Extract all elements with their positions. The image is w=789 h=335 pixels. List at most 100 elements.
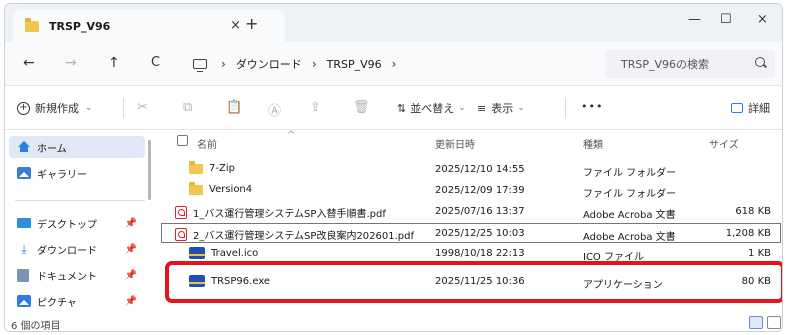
file-name-cell: Version4 — [189, 181, 253, 195]
file-modified: 2025/07/16 13:37 — [435, 206, 525, 217]
minimize-button[interactable]: — — [688, 12, 701, 27]
refresh-button[interactable]: C — [151, 55, 160, 70]
breadcrumb-trsp-v96[interactable]: TRSP_V96 — [327, 58, 382, 71]
cut-icon[interactable]: ✂ — [137, 100, 148, 115]
details-button[interactable]: 詳細 — [731, 100, 770, 116]
column-header-name[interactable]: 名前 — [197, 136, 217, 151]
file-modified: 1998/10/18 22:13 — [435, 248, 525, 259]
pin-icon[interactable]: 📌 — [125, 270, 137, 281]
chevron-down-icon: ⌄ — [517, 103, 525, 113]
sidebar-divider — [15, 200, 145, 201]
item-count: 6 個の項目 — [11, 321, 61, 332]
delete-icon[interactable]: 🗑 — [353, 100, 370, 115]
pin-icon[interactable]: 📌 — [125, 296, 137, 307]
back-button[interactable]: ← — [23, 55, 35, 71]
close-button[interactable]: × — [757, 12, 768, 27]
file-name: Travel.ico — [211, 247, 259, 259]
rename-icon[interactable]: Ⓐ — [268, 100, 281, 119]
sidebar-item-pictures[interactable]: ピクチャ 📌 — [9, 290, 145, 312]
breadcrumb-downloads[interactable]: ダウンロード — [236, 56, 302, 72]
sidebar-scrollbar[interactable] — [148, 140, 151, 200]
pictures-icon — [17, 295, 31, 307]
file-modified: 2025/12/10 14:55 — [435, 164, 525, 175]
red-highlight-box — [165, 261, 782, 303]
sort-button[interactable]: ⇅ 並べ替え ⌄ — [397, 100, 466, 116]
file-type: ファイル フォルダー — [583, 189, 677, 200]
file-row-pdf-2[interactable]: 2_バス運行管理システムSP改良案内202601.pdf 2025/12/25 … — [161, 223, 781, 243]
details-label: 詳細 — [748, 102, 770, 115]
file-modified: 2025/12/09 17:39 — [435, 185, 525, 196]
sidebar-item-desktop[interactable]: デスクトップ 📌 — [9, 212, 145, 234]
address-row: ← → ↑ C › ダウンロード › TRSP_V96 › TRSP_V96の検… — [5, 42, 782, 86]
tab-close-button[interactable]: × — [230, 18, 241, 33]
file-type: Adobe Acroba 文書 — [583, 232, 676, 243]
details-pane-icon — [731, 103, 743, 113]
pin-icon[interactable]: 📌 — [125, 218, 137, 229]
pdf-icon — [175, 206, 187, 219]
column-header-size[interactable]: サイズ — [709, 136, 739, 151]
sidebar-item-downloads[interactable]: ⤓ ダウンロード 📌 — [9, 238, 145, 260]
status-bar: 6 個の項目 — [5, 314, 782, 332]
desktop-icon — [17, 218, 31, 228]
folder-icon — [189, 160, 203, 174]
pdf-icon — [175, 228, 187, 241]
view-button[interactable]: ≡ 表示 ⌄ — [477, 100, 525, 116]
new-label: 新規作成 — [35, 102, 79, 115]
command-bar: + 新規作成 ⌄ ✂ ⧉ 📋 Ⓐ ⇪ 🗑 ⇅ 並べ替え ⌄ ≡ 表示 ⌄ •••… — [5, 86, 782, 130]
chevron-down-icon: ⌄ — [458, 103, 466, 113]
address-bar[interactable]: › ダウンロード › TRSP_V96 › — [183, 50, 593, 78]
sidebar-item-documents[interactable]: ドキュメント 📌 — [9, 264, 145, 286]
plus-icon: + — [17, 101, 30, 115]
navigation-pane: ホーム ギャラリー デスクトップ 📌 ⤓ ダウンロード 📌 ドキュメント 📌 ピ… — [5, 130, 153, 314]
search-icon — [755, 57, 765, 67]
chevron-right-icon[interactable]: › — [392, 57, 397, 71]
file-name: 1_バス運行管理システムSP入替手順書.pdf — [193, 209, 386, 220]
file-type: ファイル フォルダー — [583, 168, 677, 179]
divider — [565, 98, 566, 118]
sidebar-item-label: ホーム — [37, 143, 67, 155]
pin-icon[interactable]: 📌 — [125, 244, 137, 255]
file-name-cell: 7-Zip — [189, 160, 235, 174]
details-view-button[interactable] — [749, 316, 763, 329]
large-icons-view-button[interactable] — [767, 316, 781, 329]
download-icon: ⤓ — [21, 241, 27, 256]
file-row-version4[interactable]: Version4 2025/12/09 17:39 ファイル フォルダー — [161, 181, 781, 201]
select-all-checkbox[interactable] — [177, 135, 188, 146]
forward-button[interactable]: → — [65, 55, 77, 71]
paste-icon[interactable]: 📋 — [226, 100, 242, 115]
file-name: Version4 — [209, 184, 253, 195]
sort-ascending-icon: ^ — [287, 130, 296, 141]
copy-icon[interactable]: ⧉ — [183, 100, 192, 115]
share-icon[interactable]: ⇪ — [310, 100, 321, 115]
new-button[interactable]: + 新規作成 ⌄ — [17, 100, 93, 116]
view-label: 表示 — [491, 102, 514, 115]
sidebar-item-label: ピクチャ — [37, 297, 77, 309]
search-placeholder: TRSP_V96の検索 — [621, 58, 709, 71]
sidebar-item-label: ダウンロード — [37, 245, 97, 257]
home-icon — [17, 141, 31, 153]
title-bar: TRSP_V96 × + — ☐ × — [5, 4, 782, 42]
file-row-pdf-1[interactable]: 1_バス運行管理システムSP入替手順書.pdf 2025/07/16 13:37… — [161, 202, 781, 222]
maximize-button[interactable]: ☐ — [720, 12, 732, 27]
column-header-modified[interactable]: 更新日時 — [435, 136, 475, 151]
tab-title: TRSP_V96 — [49, 19, 111, 33]
column-header-type[interactable]: 種類 — [583, 136, 603, 151]
gallery-icon — [17, 167, 31, 179]
divider — [123, 98, 124, 118]
file-name-cell: 2_バス運行管理システムSP改良案内202601.pdf — [175, 227, 414, 242]
folder-icon — [25, 17, 39, 32]
up-button[interactable]: ↑ — [108, 55, 120, 71]
search-input[interactable]: TRSP_V96の検索 — [605, 50, 775, 78]
file-row-7zip[interactable]: 7-Zip 2025/12/10 14:55 ファイル フォルダー — [161, 160, 781, 180]
file-name: 7-Zip — [209, 163, 235, 174]
file-size: 1 KB — [748, 248, 771, 259]
file-size: 618 KB — [735, 206, 771, 217]
documents-icon — [17, 268, 29, 282]
sort-icon: ⇅ — [397, 101, 407, 115]
view-icon: ≡ — [477, 101, 487, 115]
sidebar-item-label: ギャラリー — [37, 169, 87, 181]
sidebar-item-gallery[interactable]: ギャラリー — [9, 162, 145, 184]
more-options-button[interactable]: ••• — [581, 100, 603, 113]
sidebar-item-home[interactable]: ホーム — [9, 136, 145, 158]
new-tab-button[interactable]: + — [245, 14, 258, 33]
